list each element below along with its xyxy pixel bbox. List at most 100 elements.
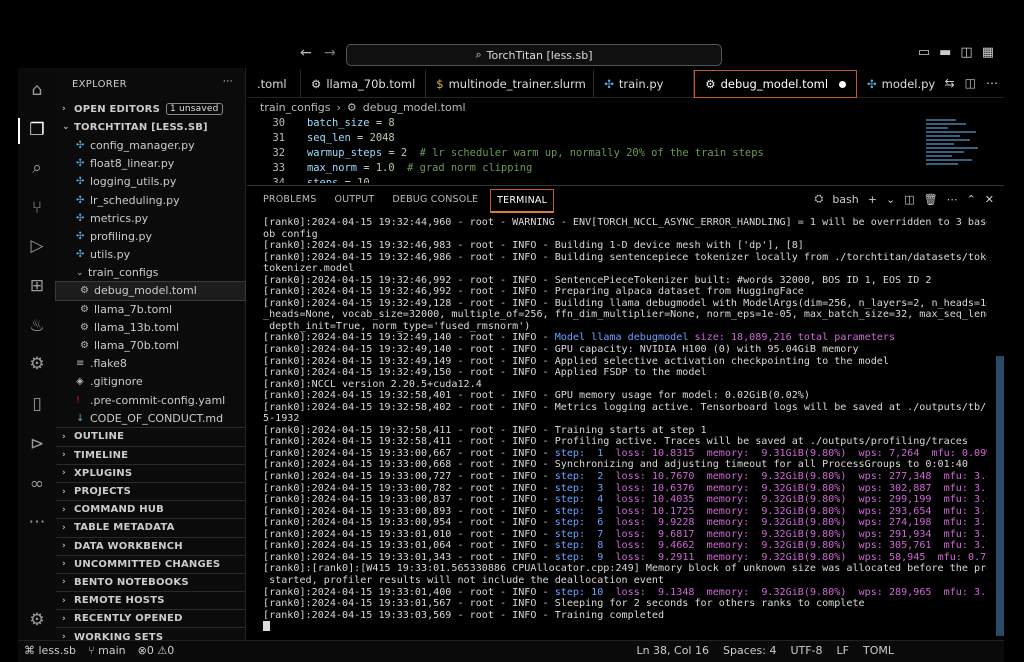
- minimap[interactable]: [926, 117, 986, 179]
- unsaved-dot-icon[interactable]: [839, 80, 847, 88]
- status-workspace[interactable]: ⌘ less.sb: [24, 644, 76, 657]
- status-branch[interactable]: ⑂ main: [88, 644, 126, 657]
- forward-arrow-icon[interactable]: →: [324, 45, 336, 61]
- file-label: .flake8: [90, 357, 127, 371]
- file-item[interactable]: ◈ .gitignore: [56, 373, 245, 391]
- tab-debug-console[interactable]: DEBUG CONSOLE: [386, 189, 484, 213]
- tab-toml[interactable]: .toml: [247, 70, 301, 98]
- section-recently-opened[interactable]: › RECENTLY OPENED: [56, 609, 245, 627]
- terminal-scrollbar[interactable]: [996, 356, 1004, 636]
- home-icon[interactable]: ⌂: [25, 78, 49, 102]
- file-item[interactable]: ⚙ llama_7b.toml: [56, 300, 245, 318]
- code-editor[interactable]: 30 batch_size = 8 31 seq_len = 2048 32 warm…: [247, 117, 927, 185]
- maximize-panel-icon[interactable]: ⌃: [967, 193, 976, 206]
- terminal-line: [rank0]:2024-04-15 19:32:58,411 - root -…: [263, 425, 987, 437]
- more-actions-icon[interactable]: ⋯: [986, 76, 998, 90]
- tab-problems[interactable]: PROBLEMS: [257, 189, 322, 213]
- file-item[interactable]: ⚙ llama_70b.toml: [56, 336, 245, 354]
- shell-name[interactable]: bash: [832, 193, 858, 206]
- tab-debug-model[interactable]: ⚙ debug_model.toml: [694, 70, 858, 98]
- file-item[interactable]: ✣ metrics.py: [56, 209, 245, 227]
- plugin-icon[interactable]: ⚙: [25, 352, 49, 376]
- section-data-workbench[interactable]: › DATA WORKBENCH: [56, 536, 245, 555]
- command-center-search[interactable]: ⌕ TorchTitan [less.sb]: [346, 44, 722, 66]
- flame-icon[interactable]: ♨: [25, 314, 49, 338]
- status-problems[interactable]: ⊗0 ⚠0: [138, 644, 175, 657]
- status-eol[interactable]: LF: [837, 644, 849, 657]
- file-item[interactable]: ✣ config_manager.py: [56, 136, 245, 154]
- file-item[interactable]: ≡ .flake8: [56, 355, 245, 373]
- compare-icon[interactable]: ⇆: [945, 76, 955, 90]
- workspace-root[interactable]: ⌄ TORCHTITAN [LESS.SB]: [56, 118, 245, 136]
- tab-multinode-trainer[interactable]: $ multinode_trainer.slurm: [426, 70, 595, 98]
- more-actions-icon[interactable]: ⋯: [223, 76, 233, 87]
- file-label: config_manager.py: [90, 138, 195, 152]
- split-editor-icon[interactable]: ◫: [965, 76, 976, 90]
- breadcrumb-folder[interactable]: train_configs: [260, 101, 331, 114]
- meta-icon[interactable]: ∞: [25, 472, 49, 496]
- section-remote-hosts[interactable]: › REMOTE HOSTS: [56, 591, 245, 609]
- tab-model-py[interactable]: ✣ model.py: [857, 70, 945, 98]
- terminal-line: [rank0]:2024-04-15 19:32:46,986 - root -…: [263, 252, 987, 264]
- folder-item[interactable]: ⌄ train_configs: [56, 264, 245, 282]
- terminal-line: [rank0]:2024-04-15 19:32:49,150 - root -…: [263, 367, 987, 379]
- chevron-down-icon[interactable]: ⌄: [886, 193, 895, 206]
- terminal-shell-icon: ⛭: [814, 192, 824, 205]
- toggle-secondary-sidebar-icon[interactable]: ◫: [960, 45, 972, 60]
- tab-train-py[interactable]: ✣ train.py: [594, 70, 695, 98]
- customize-layout-icon[interactable]: ▦: [982, 45, 994, 60]
- open-editors-section[interactable]: › OPEN EDITORS 1 unsaved: [56, 100, 245, 118]
- tab-terminal[interactable]: TERMINAL: [490, 189, 555, 213]
- line-number: 33: [272, 162, 285, 174]
- section-outline[interactable]: › OUTLINE: [56, 427, 245, 445]
- status-position[interactable]: Ln 38, Col 16: [636, 644, 709, 657]
- section-bento-notebooks[interactable]: › BENTO NOTEBOOKS: [56, 572, 245, 591]
- explorer-icon[interactable]: ❐: [25, 118, 49, 142]
- section-timeline[interactable]: › TIMELINE: [56, 445, 245, 464]
- terminal-text: [rank0]:2024-04-15 19:32:46,992 - root -…: [263, 274, 932, 286]
- file-item[interactable]: ! .pre-commit-config.yaml: [56, 391, 245, 409]
- section-projects[interactable]: › PROJECTS: [56, 481, 245, 500]
- source-control-icon[interactable]: ⑂: [25, 196, 49, 220]
- tab-output[interactable]: OUTPUT: [328, 189, 380, 213]
- toggle-sidebar-icon[interactable]: ▭: [918, 45, 930, 60]
- file-item[interactable]: ↓ CODE_OF_CONDUCT.md: [56, 409, 245, 427]
- editor-actions: ⇆ ◫ ⋯: [945, 76, 998, 90]
- run-debug-icon[interactable]: ▷: [25, 234, 49, 258]
- back-arrow-icon[interactable]: ←: [300, 45, 312, 61]
- file-item-selected[interactable]: ⚙ debug_model.toml: [55, 280, 246, 302]
- play-circle-icon[interactable]: ⊳: [25, 432, 49, 456]
- code-value: 10: [357, 177, 370, 183]
- tab-llama-70b[interactable]: ⚙ llama_70b.toml: [301, 70, 427, 98]
- new-terminal-icon[interactable]: +: [868, 193, 877, 206]
- status-language[interactable]: TOML: [863, 644, 894, 657]
- section-table-metadata[interactable]: › TABLE METADATA: [56, 518, 245, 536]
- terminal-text: tokenizer.model: [263, 263, 355, 275]
- section-command-hub[interactable]: › COMMAND HUB: [56, 500, 245, 518]
- breadcrumb-file[interactable]: debug_model.toml: [363, 101, 466, 114]
- python-file-icon: ✣: [76, 249, 85, 261]
- split-terminal-icon[interactable]: ◫: [904, 193, 914, 206]
- file-item[interactable]: ✣ float8_linear.py: [56, 155, 245, 173]
- chevron-down-icon: ⌄: [76, 267, 84, 278]
- close-icon[interactable]: ✕: [985, 193, 994, 206]
- section-xplugins[interactable]: › XPLUGINS: [56, 463, 245, 482]
- settings-gear-icon[interactable]: ⚙: [25, 608, 49, 632]
- device-icon[interactable]: ▯: [25, 392, 49, 416]
- status-spaces[interactable]: Spaces: 4: [723, 644, 776, 657]
- status-encoding[interactable]: UTF-8: [790, 644, 822, 657]
- extensions-icon[interactable]: ⊞: [25, 274, 49, 298]
- section-uncommitted-changes[interactable]: › UNCOMMITTED CHANGES: [56, 554, 245, 573]
- more-icon[interactable]: ⋯: [25, 510, 49, 534]
- file-label: llama_70b.toml: [94, 339, 180, 353]
- toggle-panel-icon[interactable]: ▬: [939, 45, 951, 60]
- file-item[interactable]: ⚙ llama_13b.toml: [56, 318, 245, 336]
- file-item[interactable]: ✣ logging_utils.py: [56, 173, 245, 191]
- file-item[interactable]: ✣ lr_scheduling.py: [56, 191, 245, 209]
- file-item[interactable]: ✣ profiling.py: [56, 227, 245, 245]
- search-icon[interactable]: ⌕: [25, 156, 49, 180]
- trash-icon[interactable]: 🗑: [924, 193, 938, 206]
- file-item[interactable]: ✣ utils.py: [56, 246, 245, 264]
- terminal-output[interactable]: [rank0]:2024-04-15 19:32:44,960 - root -…: [263, 217, 987, 637]
- more-actions-icon[interactable]: ⋯: [947, 193, 958, 206]
